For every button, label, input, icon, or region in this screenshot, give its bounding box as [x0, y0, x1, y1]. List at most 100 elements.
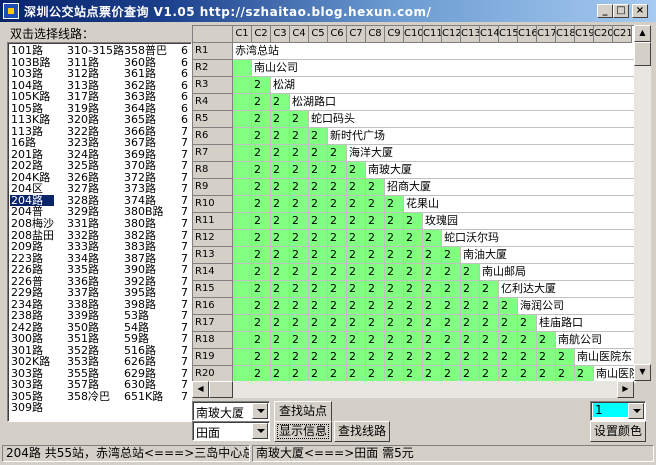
fare-cell[interactable]: 2	[423, 332, 442, 349]
fare-cell[interactable]: 2	[461, 315, 480, 332]
fare-cell[interactable]	[233, 162, 252, 179]
fare-cell[interactable]	[233, 179, 252, 196]
row-header[interactable]: R4	[193, 94, 233, 111]
station-name-cell[interactable]: 南玻大厦	[366, 162, 635, 179]
fare-cell[interactable]: 2	[442, 247, 461, 264]
route-item[interactable]: 383路	[123, 241, 167, 253]
column-header[interactable]: C4	[290, 26, 309, 43]
station-name-cell[interactable]: 南山公司	[252, 60, 635, 77]
column-header[interactable]: C5	[309, 26, 328, 43]
station-name-cell[interactable]: 玫瑰园	[423, 213, 635, 230]
fare-cell[interactable]: 2	[252, 179, 271, 196]
row-header[interactable]: R14	[193, 264, 233, 281]
fare-cell[interactable]: 2	[366, 315, 385, 332]
fare-cell[interactable]: 2	[404, 230, 423, 247]
set-color-button[interactable]: 设置颜色	[590, 421, 646, 442]
fare-cell[interactable]: 2	[461, 349, 480, 366]
station-name-cell[interactable]: 松湖路口	[290, 94, 635, 111]
fare-cell[interactable]: 2	[290, 298, 309, 315]
fare-cell[interactable]: 2	[290, 349, 309, 366]
fare-cell[interactable]: 2	[404, 298, 423, 315]
row-header[interactable]: R16	[193, 298, 233, 315]
route-item[interactable]: 7	[180, 391, 188, 403]
station-name-cell[interactable]: 海润公司	[518, 298, 635, 315]
fare-cell[interactable]: 2	[480, 281, 499, 298]
column-header[interactable]: C19	[575, 26, 594, 43]
station-name-cell[interactable]: 新时代广场	[328, 128, 635, 145]
route-item[interactable]: 208梅沙	[10, 218, 54, 230]
maximize-button[interactable]: □	[613, 4, 629, 18]
route-item[interactable]: 226路	[10, 264, 54, 276]
fare-cell[interactable]: 2	[499, 332, 518, 349]
fare-cell[interactable]: 2	[252, 145, 271, 162]
fare-cell[interactable]	[233, 77, 252, 94]
route-item[interactable]: 358普巴	[123, 45, 167, 57]
fare-cell[interactable]: 2	[347, 298, 366, 315]
station-name-cell[interactable]: 赤湾总站	[233, 43, 635, 60]
fare-cell[interactable]: 2	[271, 332, 290, 349]
scroll-up-button[interactable]: ▲	[634, 25, 651, 42]
route-item[interactable]: 105K路	[10, 91, 54, 103]
fare-cell[interactable]: 2	[518, 332, 537, 349]
fare-cell[interactable]: 2	[442, 349, 461, 366]
find-route-button[interactable]: 查找线路	[334, 421, 390, 442]
route-item[interactable]: 6	[180, 114, 188, 126]
fare-cell[interactable]: 2	[328, 264, 347, 281]
fare-cell[interactable]	[233, 196, 252, 213]
fare-cell[interactable]: 2	[271, 94, 290, 111]
fare-cell[interactable]: 2	[385, 315, 404, 332]
row-header[interactable]: R7	[193, 145, 233, 162]
fare-cell[interactable]: 2	[290, 162, 309, 179]
column-header[interactable]: C16	[518, 26, 537, 43]
column-header[interactable]: C2	[252, 26, 271, 43]
fare-cell[interactable]: 2	[385, 196, 404, 213]
fare-cell[interactable]: 2	[385, 349, 404, 366]
fare-cell[interactable]: 2	[309, 213, 328, 230]
find-station-button[interactable]: 查找站点	[274, 401, 332, 422]
fare-cell[interactable]: 2	[499, 315, 518, 332]
fare-cell[interactable]: 2	[271, 179, 290, 196]
route-item[interactable]: 103路	[10, 68, 54, 80]
fare-cell[interactable]: 2	[461, 332, 480, 349]
fare-cell[interactable]: 2	[309, 162, 328, 179]
fare-cell[interactable]	[233, 230, 252, 247]
route-item[interactable]: 320路	[66, 114, 124, 126]
station-name-cell[interactable]: 亿利达大厦	[499, 281, 635, 298]
fare-cell[interactable]: 2	[347, 196, 366, 213]
station-name-cell[interactable]: 蛇口码头	[309, 111, 635, 128]
fare-cell[interactable]: 2	[309, 264, 328, 281]
fare-cell[interactable]: 2	[271, 213, 290, 230]
fare-cell[interactable]: 2	[442, 264, 461, 281]
fare-cell[interactable]	[233, 94, 252, 111]
fare-cell[interactable]: 2	[290, 128, 309, 145]
fare-cell[interactable]: 2	[366, 196, 385, 213]
route-item[interactable]: 7	[180, 287, 188, 299]
fare-cell[interactable]: 2	[442, 315, 461, 332]
fare-cell[interactable]: 2	[404, 213, 423, 230]
fare-cell[interactable]: 2	[290, 179, 309, 196]
chevron-down-icon[interactable]	[628, 403, 644, 419]
fare-cell[interactable]: 2	[537, 332, 556, 349]
column-header[interactable]: C14	[480, 26, 499, 43]
fare-cell[interactable]: 2	[252, 77, 271, 94]
fare-cell[interactable]: 2	[309, 196, 328, 213]
row-header[interactable]: R13	[193, 247, 233, 264]
fare-cell[interactable]: 2	[328, 179, 347, 196]
fare-cell[interactable]	[233, 213, 252, 230]
route-item[interactable]: 363路	[123, 91, 167, 103]
route-item[interactable]: 335路	[66, 264, 124, 276]
fare-cell[interactable]	[233, 298, 252, 315]
fare-cell[interactable]: 2	[347, 213, 366, 230]
fare-cell[interactable]: 2	[271, 247, 290, 264]
route-item[interactable]: 6	[180, 91, 188, 103]
fare-cell[interactable]: 2	[290, 315, 309, 332]
route-item[interactable]: 361路	[123, 68, 167, 80]
fare-cell[interactable]: 2	[404, 264, 423, 281]
route-item[interactable]: 7	[180, 264, 188, 276]
scroll-right-button[interactable]: ▶	[617, 381, 634, 398]
fare-cell[interactable]: 2	[252, 128, 271, 145]
fare-cell[interactable]: 2	[404, 332, 423, 349]
fare-cell[interactable]: 2	[347, 179, 366, 196]
fare-cell[interactable]: 2	[328, 196, 347, 213]
row-header[interactable]: R8	[193, 162, 233, 179]
